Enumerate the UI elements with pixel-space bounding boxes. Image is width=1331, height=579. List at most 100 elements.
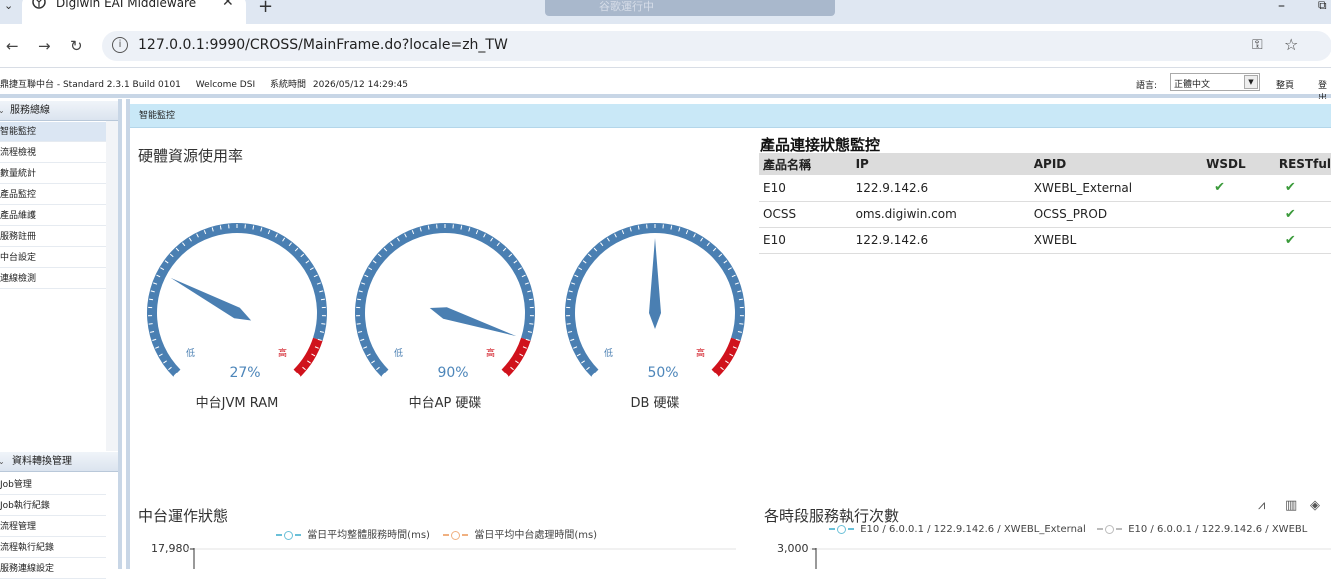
stack-icon[interactable]: ◈: [1310, 498, 1320, 513]
col-product-name: 產品名稱: [759, 153, 852, 175]
sidebar-item-flow[interactable]: 流程檢視: [0, 143, 106, 163]
gauge-low-label: 低: [186, 347, 195, 359]
sidebar-item-label: 流程管理: [0, 522, 36, 532]
sidebar-item-service-reg[interactable]: 服務註冊: [0, 227, 106, 247]
cell-ip: oms.digiwin.com: [852, 201, 1030, 227]
running-text: 谷歌運行中: [599, 0, 654, 14]
gauge-high-label: 高: [696, 347, 705, 359]
cell-apid: XWEBL: [1030, 227, 1202, 253]
sidebar-group-label: 資料轉換管理: [12, 456, 72, 467]
sidebar-item-settings[interactable]: 中台設定: [0, 248, 106, 268]
sidebar-group-data-transform[interactable]: ⌄ 資料轉換管理: [0, 452, 118, 472]
sidebar-item-monitor[interactable]: 智能監控: [0, 122, 106, 142]
sidebar-item-label: 中台設定: [0, 253, 36, 263]
language-select[interactable]: 正體中文 ▼: [1170, 73, 1260, 91]
sidebar-item-label: 產品維護: [0, 211, 36, 221]
cell-product: E10: [759, 227, 852, 253]
site-info-icon[interactable]: i: [112, 37, 128, 53]
gauge-tick: [321, 299, 325, 300]
sidebar-item-stats[interactable]: 數量統計: [0, 164, 106, 184]
product-connection-table: 產品名稱 IP APID WSDL RESTful E10 122.9.142.…: [759, 153, 1331, 254]
gauge-tick: [357, 299, 361, 300]
legend-marker-icon: [284, 531, 293, 540]
gauge-tick: [149, 324, 153, 325]
new-tab-icon[interactable]: +: [258, 0, 273, 17]
gauge-needle: [649, 238, 661, 329]
sidebar-group-label: 服務總線: [10, 105, 50, 116]
sidebar-item-label: 智能監控: [0, 127, 36, 137]
tab-list-icon[interactable]: ⌄: [4, 0, 13, 12]
sidebar-item-conn-settings[interactable]: 服務連線設定: [0, 559, 106, 579]
cell-product: OCSS: [759, 201, 852, 227]
legend-marker-icon: [451, 531, 460, 540]
back-icon[interactable]: ←: [6, 37, 19, 55]
legend-item[interactable]: 當日平均整體服務時間(ms): [307, 530, 430, 541]
sidebar-item-process-mgmt[interactable]: 流程管理: [0, 517, 106, 537]
table-row[interactable]: OCSS oms.digiwin.com OCSS_PROD ✔: [759, 201, 1331, 227]
ops-chart-axes: [186, 548, 736, 569]
connection-status-title: 產品連接狀態監控: [760, 134, 880, 155]
product-version: 鼎捷互聯中台 - Standard 2.3.1 Build 0101: [0, 80, 181, 90]
url-text: 127.0.0.1:9990/CROSS/MainFrame.do?locale…: [138, 37, 508, 53]
check-icon: ✔: [1202, 175, 1275, 201]
gauge-high-label: 高: [486, 347, 495, 359]
gauge-label: 中台AP 硬碟: [365, 392, 525, 411]
legend-item[interactable]: E10 / 6.0.0.1 / 122.9.142.6 / XWEBL: [1128, 524, 1307, 535]
close-icon[interactable]: ✕: [222, 0, 234, 10]
sidebar-item-conn-check[interactable]: 連線檢測: [0, 269, 106, 289]
welcome-text: Welcome DSI: [196, 80, 255, 90]
gauge-band-high: [294, 338, 323, 377]
chevron-down-icon: ⌄: [0, 452, 5, 472]
cell-ip: 122.9.142.6: [852, 227, 1030, 253]
gauge-needle: [430, 307, 517, 336]
gauge-tick: [149, 299, 153, 300]
gauge-tick: [567, 299, 571, 300]
minimize-icon[interactable]: –: [1278, 0, 1285, 14]
gauge-band-normal: [147, 223, 327, 377]
service-chart-axes: [810, 548, 1331, 569]
gauge-tick: [567, 324, 571, 325]
sidebar-item-job-mgmt[interactable]: Job管理: [0, 475, 106, 495]
gauge-low-label: 低: [394, 347, 403, 359]
sidebar-scrollbar[interactable]: [106, 121, 118, 451]
cell-apid: XWEBL_External: [1030, 175, 1202, 201]
table-row[interactable]: E10 122.9.142.6 XWEBL ✔: [759, 227, 1331, 253]
key-icon[interactable]: ⚿: [1252, 37, 1263, 53]
url-field[interactable]: i 127.0.0.1:9990/CROSS/MainFrame.do?loca…: [102, 31, 1331, 61]
check-icon: ✔: [1275, 201, 1331, 227]
sidebar-group-service-bus[interactable]: ⌄ 服務總線: [0, 101, 118, 121]
chevron-down-icon[interactable]: ▼: [1244, 75, 1258, 89]
line-chart-icon[interactable]: ⩘: [1258, 498, 1265, 513]
sidebar-item-product-maint[interactable]: 產品維護: [0, 206, 106, 226]
chevron-down-icon: ⌄: [0, 101, 5, 121]
browser-tab-bar: ⌄ Digiwin EAI Middleware ✕ + 谷歌運行中 – ⧉: [0, 0, 1331, 24]
sidebar-item-label: 連線檢測: [0, 274, 36, 284]
service-legend: E10 / 6.0.0.1 / 122.9.142.6 / XWEBL_Exte…: [829, 524, 1307, 535]
sidebar: ⌄ 服務總線 智能監控 流程檢視 數量統計 產品監控 產品維護 服務註冊 中台設…: [0, 99, 122, 569]
gauge-label: DB 硬碟: [575, 392, 735, 411]
restore-icon[interactable]: ⧉: [1318, 0, 1327, 13]
sidebar-item-product-monitor[interactable]: 產品監控: [0, 185, 106, 205]
tab-title: Digiwin EAI Middleware: [56, 0, 196, 10]
ops-status-title: 中台運作狀態: [138, 505, 228, 526]
gauge-needle: [171, 278, 251, 321]
app-header: 鼎捷互聯中台 - Standard 2.3.1 Build 0101 Welco…: [0, 69, 1331, 98]
legend-marker-icon: [837, 525, 846, 534]
sidebar-item-label: 服務連線設定: [0, 564, 54, 574]
header-info: 鼎捷互聯中台 - Standard 2.3.1 Build 0101 Welco…: [0, 77, 420, 90]
home-link[interactable]: 整頁: [1276, 78, 1294, 91]
browser-tab[interactable]: Digiwin EAI Middleware ✕: [22, 0, 246, 24]
table-row[interactable]: E10 122.9.142.6 XWEBL_External ✔ ✔: [759, 175, 1331, 201]
forward-icon[interactable]: →: [38, 37, 51, 55]
y-axis-top-label: 17,980: [151, 542, 190, 555]
sidebar-item-process-log[interactable]: 流程執行紀錄: [0, 538, 106, 558]
legend-item[interactable]: E10 / 6.0.0.1 / 122.9.142.6 / XWEBL_Exte…: [860, 524, 1086, 535]
legend-item[interactable]: 當日平均中台處理時間(ms): [474, 530, 597, 541]
bar-chart-icon[interactable]: ▥: [1285, 498, 1297, 513]
reload-icon[interactable]: ↻: [70, 37, 83, 55]
gauge-tick: [739, 324, 743, 325]
bookmark-star-icon[interactable]: ☆: [1284, 35, 1298, 54]
gauge-tick: [529, 299, 533, 300]
sidebar-item-job-log[interactable]: Job執行紀錄: [0, 496, 106, 516]
language-label: 語言:: [1136, 78, 1157, 91]
